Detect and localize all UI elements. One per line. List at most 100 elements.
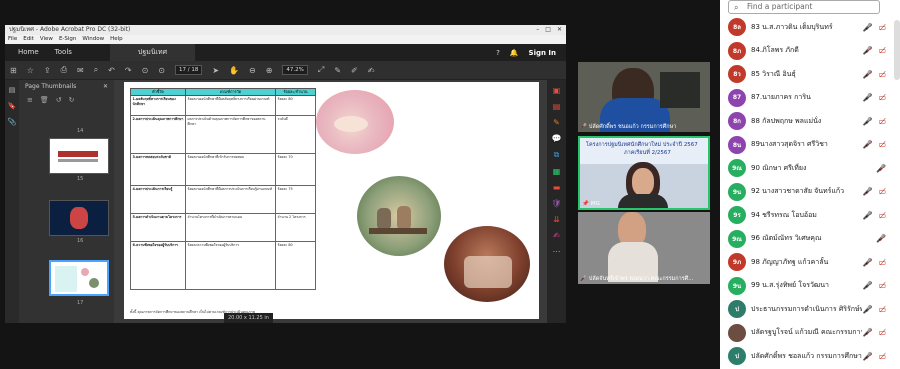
page-number-input[interactable]: 17 / 18 — [174, 65, 203, 75]
fill-sign-icon[interactable]: ✍ — [553, 231, 560, 240]
camera-off-icon: ▭̸ — [878, 257, 886, 267]
video-tile-3[interactable]: 🎤̸ ปลัดจันทร์เจ้าพร หงอนวา คณะกรรมการศึ.… — [578, 212, 710, 284]
star-icon[interactable]: ☆ — [27, 66, 34, 75]
create-icon[interactable]: ⊞ — [10, 66, 17, 75]
mic-muted-icon: 🎤̸ — [862, 210, 873, 220]
menu-file[interactable]: File — [8, 35, 17, 44]
participant-status-icons: 🎤̸ ▭̸ — [862, 117, 898, 126]
mail-icon[interactable]: ✉ — [77, 66, 84, 75]
mic-muted-icon: 🎤̸ — [876, 163, 886, 173]
upload-icon[interactable]: ⇪ — [44, 66, 51, 75]
thumbnail-page-15[interactable] — [49, 138, 109, 174]
avatar: 8ก — [728, 112, 746, 130]
thumbnail-page-17[interactable] — [49, 260, 109, 296]
organize-icon[interactable]: ▦ — [553, 167, 561, 176]
export-pdf-icon[interactable]: ▣ — [553, 86, 561, 95]
sign-in-button[interactable]: Sign In — [529, 49, 556, 57]
page-up-icon[interactable]: ⊙ — [142, 66, 149, 75]
close-icon[interactable]: ✕ — [557, 25, 562, 35]
fit-icon[interactable]: ⤢ — [318, 65, 324, 75]
acrobat-titlebar: ปฐมนิเทศ - Adobe Acrobat Pro DC (32-bit)… — [5, 25, 566, 35]
participant-row[interactable]: 9ณ 96 ณัตม์ณัทร วิเศษคุณ 🎤̸ — [728, 229, 898, 249]
tab-home[interactable]: Home — [10, 44, 47, 61]
participant-name: 87.นายภาคร การิน — [751, 93, 811, 101]
menu-esign[interactable]: E-Sign — [59, 35, 76, 44]
bell-icon[interactable]: 🔔 — [510, 49, 519, 57]
participant-row[interactable]: 8ว 85 วิราณี อินธุ์ 🎤̸ ▭̸ — [728, 64, 898, 84]
slide-subtitle: ภาคเรียนที่ 2/2567 — [624, 150, 671, 156]
comment-tool-icon[interactable]: 💬 — [552, 134, 562, 143]
rotate-left-icon[interactable]: ↺ — [56, 96, 62, 104]
create-pdf-icon[interactable]: ▤ — [553, 102, 561, 111]
row-criteria: ร้อยละของนักศึกษาที่เข้ารับการทดสอบ — [185, 153, 276, 186]
attachment-icon[interactable]: 📎 — [8, 118, 17, 126]
avatar: ป — [728, 347, 746, 365]
edit-pdf-icon[interactable]: ✎ — [553, 118, 560, 127]
participant-row[interactable]: ป ปลัดศักดิ์พร ชอลแก้ว กรรมการศึกษา 🎤̸ ▭̸ — [728, 346, 898, 366]
page-down-icon[interactable]: ⊙ — [158, 66, 165, 75]
menu-help[interactable]: Help — [110, 35, 123, 44]
combine-icon[interactable]: ⧉ — [554, 150, 560, 160]
protect-icon[interactable]: 🛡 — [551, 199, 561, 208]
compress-icon[interactable]: ⇊ — [553, 215, 560, 224]
participant-row[interactable]: 8ภ 84.ภิโลพร ภักดี 🎤̸ ▭̸ — [728, 41, 898, 61]
menu-window[interactable]: Window — [82, 35, 104, 44]
minimize-icon[interactable]: – — [536, 25, 539, 35]
participant-row[interactable]: 8ล 83 น.ส.ภาวดิน เต็มบุรินทร์ 🎤̸ ▭̸ — [728, 17, 898, 37]
print-icon[interactable]: ⎙ — [61, 65, 67, 75]
toolbar: ⊞ ☆ ⇪ ⎙ ✉ ⌕ ↶ ↷ ⊙ ⊙ 17 / 18 ➤ ✋ ⊖ ⊕ 47.2… — [5, 61, 566, 80]
tab-tools[interactable]: Tools — [47, 44, 80, 61]
zoom-level[interactable]: 47.2% — [282, 65, 308, 75]
more-tools-icon[interactable]: ⋯ — [553, 247, 561, 256]
delete-icon[interactable]: 🗑 — [40, 96, 49, 104]
highlight-icon[interactable]: ✐ — [351, 66, 358, 75]
participant-row[interactable]: ปลัดรฐบูโรจน์ แก้วมณี คณะกรรมการ... 🎤̸ ▭̸ — [728, 323, 898, 343]
menu-edit[interactable]: Edit — [23, 35, 34, 44]
bookmark-icon[interactable]: 🔖 — [8, 102, 17, 110]
participant-search-input[interactable]: ⌕ Find a participant — [728, 0, 880, 14]
participant-row[interactable]: 9ณ 90 ณิกษา ศรีเที่ยง 🎤̸ — [728, 158, 898, 178]
table-row: 5.ผลการดำเนินงานตามโครงการ จำนวนโครงการท… — [130, 213, 316, 242]
redo-icon[interactable]: ↷ — [125, 66, 132, 75]
video-tile-2-active-speaker[interactable]: โครงการปฐมนิเทศนักศึกษาใหม่ ประจำปี 2567… — [578, 136, 710, 210]
participant-row[interactable]: 8น 89นางสาวสุดจิรา ศรีวิชา 🎤̸ ▭̸ — [728, 135, 898, 155]
participant-row[interactable]: ป ประธานกรรมการดำเนินการ ศิริรักษ์ทดี...🎤… — [728, 299, 898, 319]
pdf-page: ตัวชี้วัด เกณฑ์การวัด ร้อยละ/จำนวน 1.ผลส… — [124, 82, 539, 319]
hand-icon[interactable]: ✋ — [229, 66, 239, 75]
row-criteria: ร้อยละของนักศึกษาที่มีผลสัมฤทธิ์ทางการเร… — [185, 95, 276, 116]
redact-icon[interactable]: ▬ — [553, 183, 561, 192]
tab-bar-right: ? 🔔 Sign In — [496, 49, 566, 57]
thumbnail-page-16[interactable] — [49, 200, 109, 236]
rotate-right-icon[interactable]: ↻ — [69, 96, 75, 104]
camera-off-icon: ▭̸ — [878, 304, 886, 314]
participant-name: ปลัดรฐบูโรจน์ แก้วมณี คณะกรรมการ... — [751, 328, 863, 336]
options-icon[interactable]: ≡ — [27, 96, 33, 104]
help-icon[interactable]: ? — [496, 49, 500, 57]
undo-icon[interactable]: ↶ — [108, 66, 115, 75]
search-icon[interactable]: ⌕ — [94, 65, 98, 75]
participant-row[interactable]: 9ภ 98 ภัญญาภัทฐ แก้วคาลั้น 🎤̸ ▭̸ — [728, 252, 898, 272]
video-tile-1[interactable]: 🎤̸ ปลัดศักดิ์พร ชนอแก้ว กรรมการศึกษา — [578, 62, 710, 132]
participant-row[interactable]: 8ก 88 กัลปพฤกษ พลแม่นั่ง 🎤̸ ▭̸ — [728, 111, 898, 131]
participant-row[interactable]: 9ร 94 ชรีรทรณ โอบอ้อม 🎤̸ ▭̸ — [728, 205, 898, 225]
maximize-icon[interactable]: □ — [545, 25, 551, 35]
thumbnails-icon[interactable]: ▤ — [9, 86, 16, 94]
close-panel-icon[interactable]: ✕ — [103, 83, 108, 91]
zoom-in-icon[interactable]: ⊕ — [266, 66, 273, 75]
participant-name: 92 นางสาวชาดาสัย จันทร์แก้ว — [751, 187, 845, 195]
participant-row[interactable]: 9น 99 น.ส.รุ่งทิพย์ โจรวัฒนา 🎤̸ ▭̸ — [728, 276, 898, 296]
mic-muted-icon: 🎤̸ — [862, 328, 873, 337]
camera-off-icon: ▭̸ — [878, 328, 886, 337]
participant-status-icons: 🎤̸ ▭̸ — [862, 352, 898, 361]
comment-icon[interactable]: ✎ — [334, 66, 341, 75]
menu-view[interactable]: View — [40, 35, 53, 44]
pointer-icon[interactable]: ➤ — [212, 66, 219, 75]
sign-icon[interactable]: ✍ — [368, 66, 375, 75]
zoom-out-icon[interactable]: ⊖ — [249, 66, 256, 75]
participant-row[interactable]: 9น 92 นางสาวชาดาสัย จันทร์แก้ว 🎤̸ ▭̸ — [728, 182, 898, 202]
tab-document[interactable]: ปฐมนิเทศ — [109, 44, 196, 61]
participant-status-icons: 🎤̸ ▭̸ — [862, 93, 898, 102]
camera-off-icon: ▭̸ — [878, 116, 886, 126]
participant-name: 85 วิราณี อินธุ์ — [751, 69, 796, 78]
participant-row[interactable]: 87 87.นายภาคร การิน 🎤̸ ▭̸ — [728, 88, 898, 108]
